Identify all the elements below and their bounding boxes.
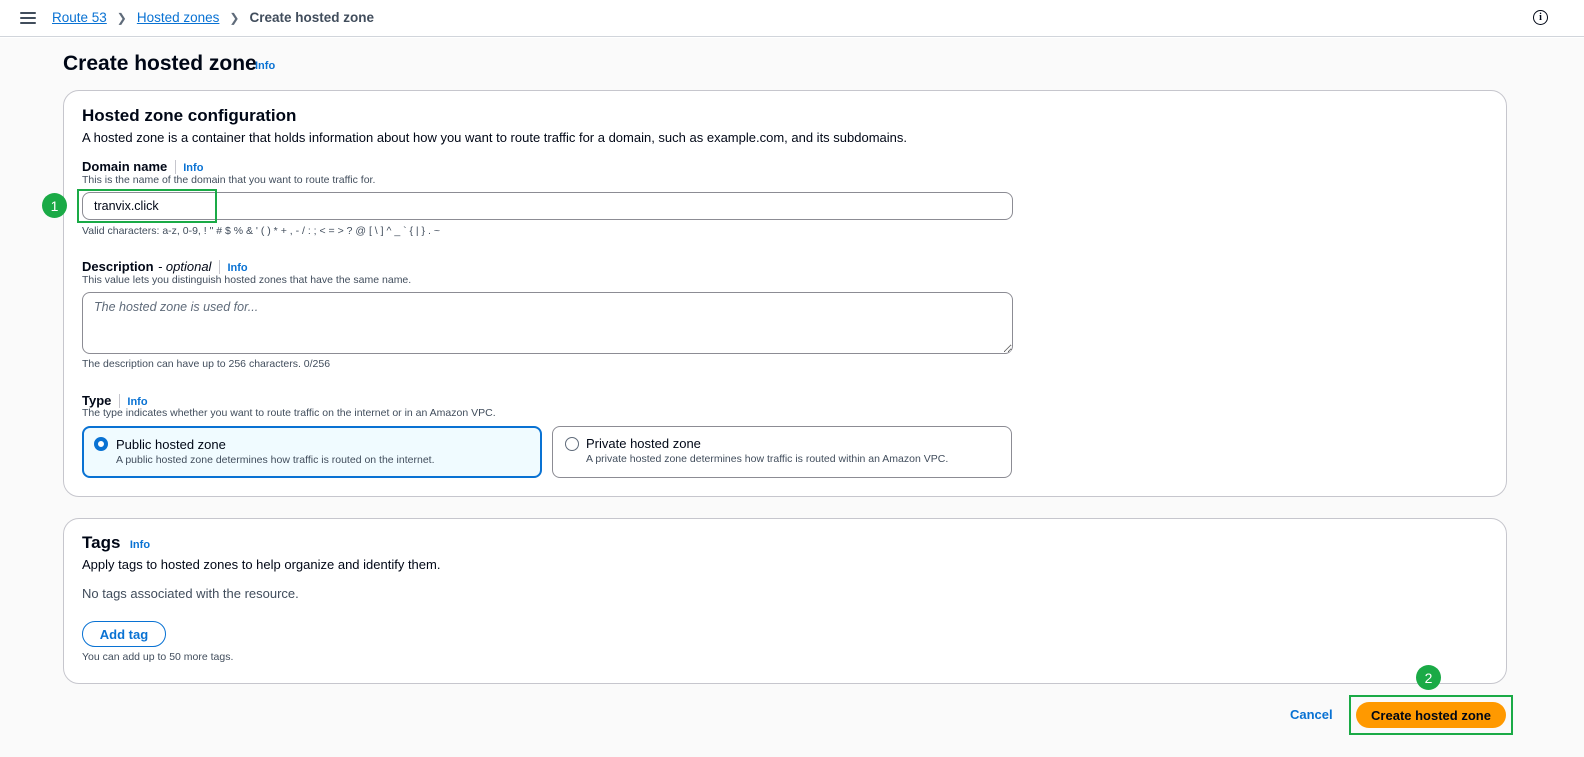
top-navigation: Route 53 ❯ Hosted zones ❯ Create hosted … [0,0,1584,37]
page-title: Create hosted zone [63,52,257,75]
tags-description: Apply tags to hosted zones to help organ… [82,557,441,572]
description-optional: - optional [157,259,212,274]
public-hosted-zone-title: Public hosted zone [116,437,226,452]
description-textarea[interactable] [82,292,1013,354]
radio-selected-icon[interactable] [94,437,108,451]
description-label: Description [82,259,154,274]
chevron-right-icon: ❯ [229,10,240,25]
public-hosted-zone-description: A public hosted zone determines how traf… [116,454,435,466]
annotation-marker-2: 2 [1416,665,1441,690]
description-constraint: The description can have up to 256 chara… [82,358,331,370]
breadcrumb-route53[interactable]: Route 53 [52,10,107,25]
domain-name-info-link[interactable]: Info [183,162,203,174]
annotation-highlight-domain [77,189,217,223]
tags-panel [63,518,1507,684]
tags-limit: You can add up to 50 more tags. [82,651,234,663]
private-hosted-zone-tile[interactable]: Private hosted zone A private hosted zon… [552,426,1012,478]
breadcrumb: Route 53 ❯ Hosted zones ❯ Create hosted … [52,10,374,25]
breadcrumb-hosted-zones[interactable]: Hosted zones [137,10,220,25]
tags-heading-row: Tags Info [82,533,150,553]
menu-icon[interactable] [20,11,36,25]
annotation-highlight-submit [1349,695,1513,735]
configuration-description: A hosted zone is a container that holds … [82,130,908,145]
info-circle-icon[interactable]: i [1533,10,1548,25]
domain-name-label: Domain name [82,159,168,174]
description-hint: This value lets you distinguish hosted z… [82,274,412,286]
domain-name-constraint: Valid characters: a-z, 0-9, ! " # $ % & … [82,225,440,237]
type-label: Type [82,393,112,408]
add-tag-button[interactable]: Add tag [82,621,166,647]
description-info-link[interactable]: Info [227,262,247,274]
chevron-right-icon: ❯ [116,10,127,25]
breadcrumb-current: Create hosted zone [249,10,375,25]
configuration-heading: Hosted zone configuration [82,106,297,125]
public-hosted-zone-tile[interactable]: Public hosted zone A public hosted zone … [82,426,542,478]
private-hosted-zone-description: A private hosted zone determines how tra… [586,453,949,465]
tags-heading: Tags [82,533,121,552]
page-title-info-link[interactable]: Info [255,60,275,72]
annotation-marker-1: 1 [42,193,67,218]
domain-name-input[interactable] [82,192,1013,220]
domain-name-hint: This is the name of the domain that you … [82,174,376,186]
private-hosted-zone-title: Private hosted zone [586,436,701,451]
tags-info-link[interactable]: Info [130,539,150,551]
radio-unselected-icon[interactable] [565,437,579,451]
tags-empty-message: No tags associated with the resource. [82,586,299,601]
type-hint: The type indicates whether you want to r… [82,407,496,419]
cancel-button[interactable]: Cancel [1290,707,1333,722]
